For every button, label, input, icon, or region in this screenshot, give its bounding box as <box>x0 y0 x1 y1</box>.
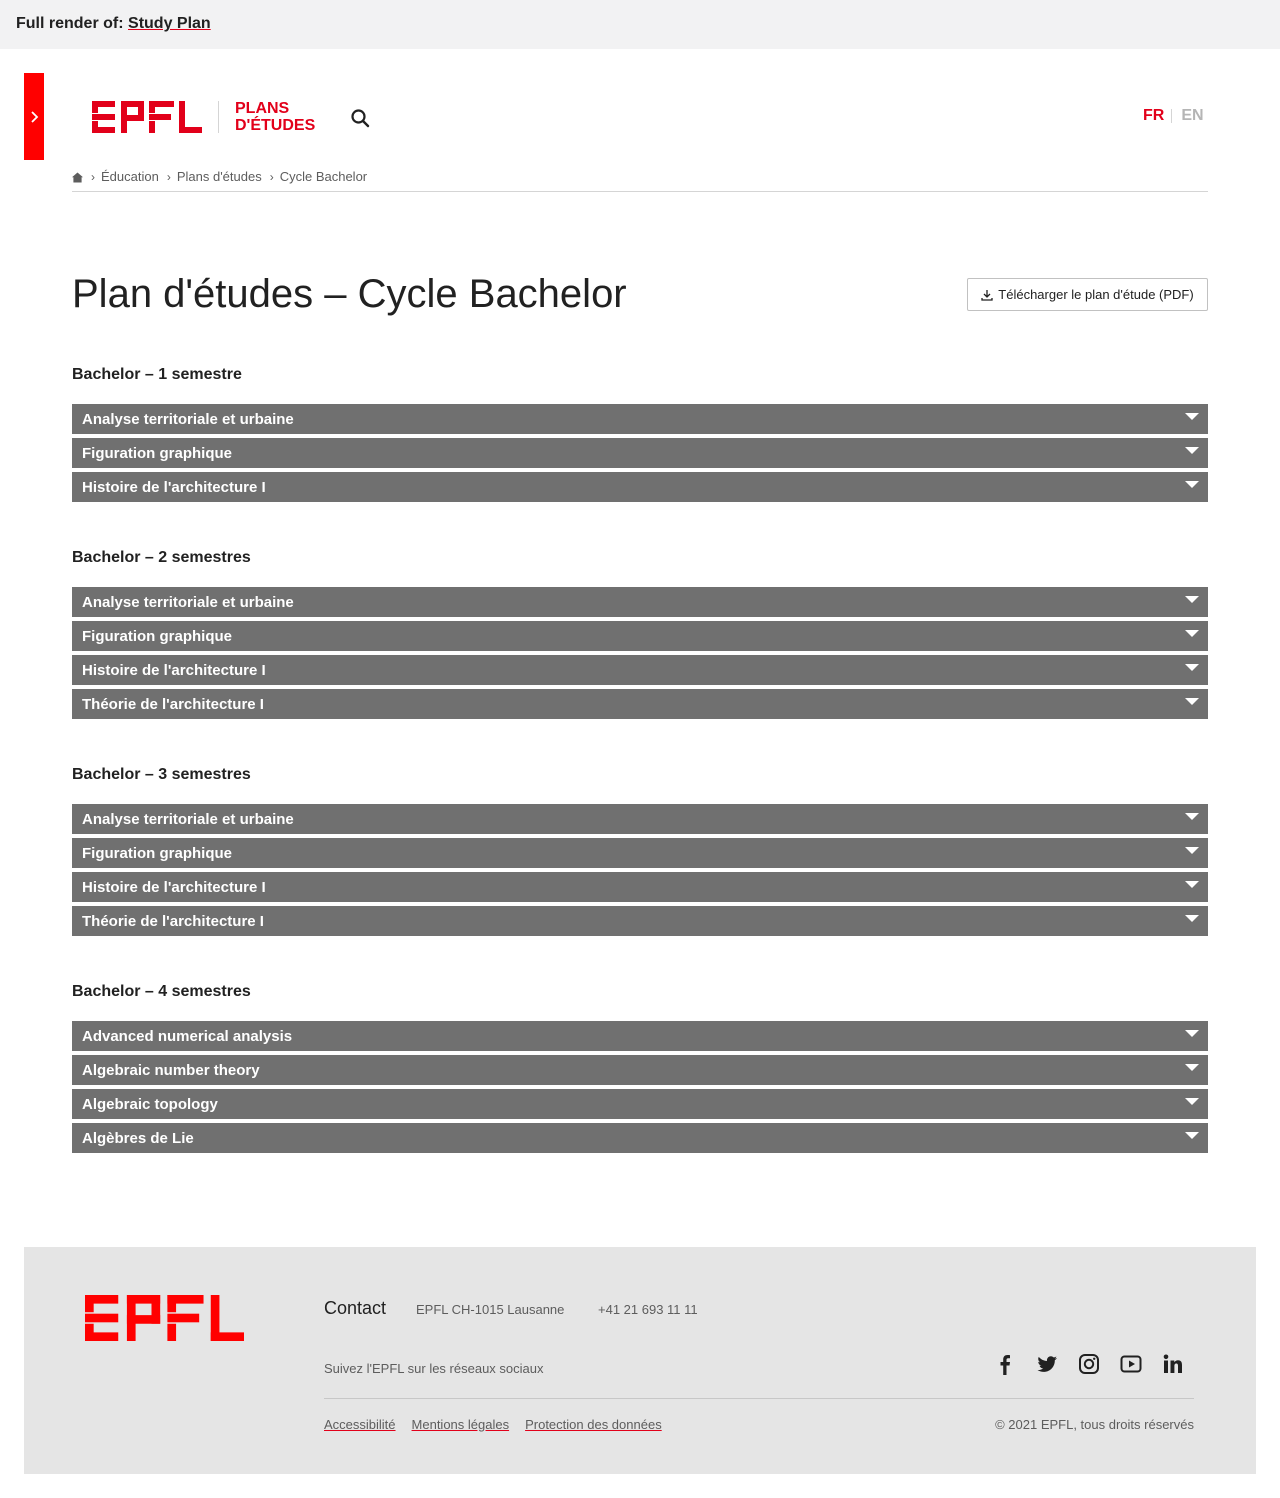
copyright: © 2021 EPFL, tous droits réservés <box>995 1417 1194 1432</box>
caret-down-icon <box>1185 812 1199 820</box>
download-pdf-button[interactable]: Télécharger le plan d'étude (PDF) <box>967 278 1208 311</box>
breadcrumb-item-education[interactable]: Éducation <box>101 169 159 184</box>
caret-down-icon <box>1185 880 1199 888</box>
breadcrumb-item-plans[interactable]: Plans d'études <box>177 169 262 184</box>
accessibility-link[interactable]: Accessibilité <box>324 1417 396 1432</box>
caret-down-icon <box>1185 697 1199 705</box>
download-icon <box>981 289 993 301</box>
course-accordion[interactable]: Analyse territoriale et urbaine <box>72 587 1208 617</box>
course-label: Algebraic number theory <box>82 1061 260 1079</box>
footer-legal-links: Accessibilité Mentions légales Protectio… <box>324 1417 678 1432</box>
semester-title: Bachelor – 1 semestre <box>72 366 242 383</box>
course-accordion[interactable]: Figuration graphique <box>72 438 1208 468</box>
download-pdf-label: Télécharger le plan d'étude (PDF) <box>998 287 1194 302</box>
caret-down-icon <box>1185 663 1199 671</box>
semester-title: Bachelor – 2 semestres <box>72 549 251 566</box>
course-accordion[interactable]: Histoire de l'architecture I <box>72 872 1208 902</box>
course-accordion[interactable]: Histoire de l'architecture I <box>72 655 1208 685</box>
semester-section-4: Bachelor – 4 semestres Advanced numerica… <box>72 982 1208 1157</box>
home-icon[interactable] <box>72 172 83 183</box>
epfl-logo[interactable] <box>92 101 202 133</box>
chevron-right-icon: › <box>269 169 274 184</box>
chevron-right-icon: › <box>166 169 171 184</box>
course-label: Analyse territoriale et urbaine <box>82 593 294 611</box>
course-accordion[interactable]: Figuration graphique <box>72 838 1208 868</box>
study-plan-link[interactable]: Study Plan <box>128 15 211 32</box>
course-label: Advanced numerical analysis <box>82 1027 293 1045</box>
chevron-right-icon: › <box>91 169 95 184</box>
facebook-icon[interactable] <box>994 1353 1016 1375</box>
render-prefix: Full render of: <box>16 15 124 32</box>
course-label: Analyse territoriale et urbaine <box>82 810 294 828</box>
course-accordion[interactable]: Algebraic number theory <box>72 1055 1208 1085</box>
caret-down-icon <box>1185 595 1199 603</box>
course-label: Algèbres de Lie <box>82 1129 194 1147</box>
footer: Contact EPFL CH-1015 Lausanne +41 21 693… <box>24 1247 1256 1474</box>
course-label: Théorie de l'architecture I <box>82 912 264 930</box>
caret-down-icon <box>1185 846 1199 854</box>
twitter-icon[interactable] <box>1036 1353 1058 1375</box>
course-label: Figuration graphique <box>82 627 232 645</box>
course-accordion[interactable]: Histoire de l'architecture I <box>72 472 1208 502</box>
course-label: Histoire de l'architecture I <box>82 661 266 679</box>
course-accordion[interactable]: Algèbres de Lie <box>72 1123 1208 1153</box>
linkedin-icon[interactable] <box>1162 1353 1184 1375</box>
course-accordion[interactable]: Advanced numerical analysis <box>72 1021 1208 1051</box>
semester-section-2: Bachelor – 2 semestres Analyse territori… <box>72 548 1208 723</box>
site-title-line2: D'ÉTUDES <box>235 117 316 134</box>
course-label: Figuration graphique <box>82 844 232 862</box>
course-accordion[interactable]: Analyse territoriale et urbaine <box>72 404 1208 434</box>
caret-down-icon <box>1185 1029 1199 1037</box>
social-links <box>994 1353 1184 1375</box>
instagram-icon[interactable] <box>1078 1353 1100 1375</box>
privacy-link[interactable]: Protection des données <box>525 1417 662 1432</box>
course-label: Théorie de l'architecture I <box>82 695 264 713</box>
contact-address: EPFL CH-1015 Lausanne <box>416 1302 565 1317</box>
lang-separator <box>1171 109 1173 123</box>
caret-down-icon <box>1185 412 1199 420</box>
social-follow-text: Suivez l'EPFL sur les réseaux sociaux <box>324 1361 544 1376</box>
course-accordion[interactable]: Théorie de l'architecture I <box>72 906 1208 936</box>
header-divider <box>218 101 219 133</box>
lang-fr[interactable]: FR <box>1143 107 1164 125</box>
site-title[interactable]: PLANS D'ÉTUDES <box>235 100 315 134</box>
footer-divider <box>324 1398 1194 1399</box>
course-label: Analyse territoriale et urbaine <box>82 410 294 428</box>
course-label: Algebraic topology <box>82 1095 218 1113</box>
lang-en[interactable]: EN <box>1181 107 1203 125</box>
course-label: Histoire de l'architecture I <box>82 878 266 896</box>
breadcrumb: › Éducation › Plans d'études › Cycle Bachel… <box>72 169 1208 192</box>
caret-down-icon <box>1185 1097 1199 1105</box>
course-label: Histoire de l'architecture I <box>82 478 266 496</box>
caret-down-icon <box>1185 1063 1199 1071</box>
legal-notice-link[interactable]: Mentions légales <box>412 1417 510 1432</box>
caret-down-icon <box>1185 480 1199 488</box>
semester-section-3: Bachelor – 3 semestres Analyse territori… <box>72 765 1208 940</box>
page-title: Plan d'études – Cycle Bachelor <box>72 272 627 316</box>
caret-down-icon <box>1185 914 1199 922</box>
language-switcher: FR EN <box>1143 107 1204 125</box>
contact-phone[interactable]: +41 21 693 11 11 <box>598 1302 698 1317</box>
contact-title: Contact <box>324 1298 387 1318</box>
semester-title: Bachelor – 3 semestres <box>72 766 251 783</box>
render-header: Full render of: Study Plan <box>0 0 1280 49</box>
caret-down-icon <box>1185 446 1199 454</box>
chevron-right-icon <box>31 110 39 123</box>
semester-section-1: Bachelor – 1 semestre Analyse territoria… <box>72 365 1208 506</box>
drawer-toggle-button[interactable] <box>24 73 44 160</box>
course-accordion[interactable]: Analyse territoriale et urbaine <box>72 804 1208 834</box>
course-accordion[interactable]: Théorie de l'architecture I <box>72 689 1208 719</box>
course-accordion[interactable]: Algebraic topology <box>72 1089 1208 1119</box>
semester-title: Bachelor – 4 semestres <box>72 983 251 1000</box>
youtube-icon[interactable] <box>1120 1353 1142 1375</box>
caret-down-icon <box>1185 629 1199 637</box>
caret-down-icon <box>1185 1131 1199 1139</box>
breadcrumb-item-current: Cycle Bachelor <box>279 169 368 184</box>
course-accordion[interactable]: Figuration graphique <box>72 621 1208 651</box>
epfl-footer-logo[interactable] <box>85 1295 244 1341</box>
search-icon[interactable] <box>350 108 370 128</box>
course-label: Figuration graphique <box>82 444 232 462</box>
site-title-line1: PLANS <box>235 100 290 117</box>
